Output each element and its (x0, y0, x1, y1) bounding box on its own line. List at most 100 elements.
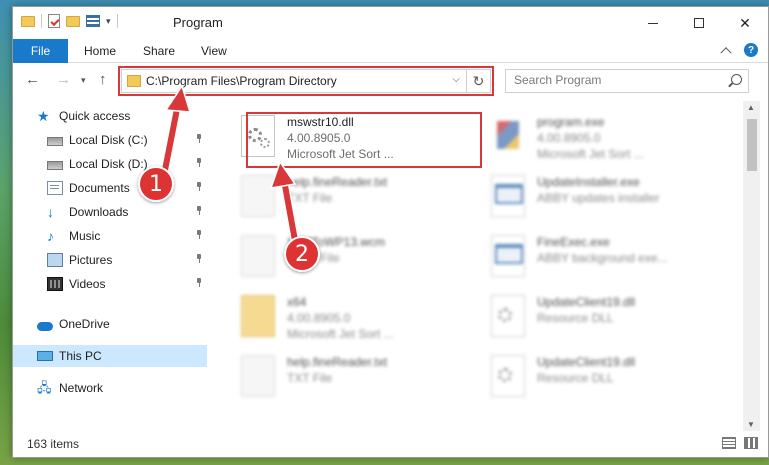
music-icon: ♪ (47, 228, 54, 244)
sidebar-item-videos[interactable]: Videos (13, 273, 207, 295)
sidebar-item-label: Music (69, 229, 101, 243)
maximize-button[interactable] (676, 7, 722, 39)
forward-button[interactable]: → (56, 71, 71, 88)
help-icon[interactable]: ? (744, 43, 758, 57)
file-version: 4.00.8905.0 (287, 311, 351, 325)
disk-icon (47, 137, 63, 146)
exe-icon (491, 235, 525, 277)
scroll-down-icon[interactable]: ▼ (747, 420, 755, 429)
new-folder-icon[interactable] (66, 15, 80, 27)
documents-icon (47, 181, 63, 195)
recent-locations-icon[interactable]: ▾ (81, 75, 86, 86)
item-count: 163 items (27, 437, 80, 451)
tab-view[interactable]: View (201, 39, 227, 63)
file-item-updateclient19-dll[interactable]: UpdateClient19.dll Resource DLL (485, 291, 725, 343)
view-toggle (722, 437, 758, 449)
sidebar-item-onedrive[interactable]: OneDrive (13, 313, 207, 335)
search-box[interactable] (505, 69, 749, 93)
folder-icon (241, 295, 275, 337)
sidebar-item-this-pc[interactable]: This PC (13, 345, 207, 367)
explorer-window: ▾ Program ✕ File Home Share View ? ← → ▾… (12, 6, 769, 458)
sidebar-item-local-disk-d[interactable]: Local Disk (D:) (13, 153, 207, 175)
program-icon (491, 115, 525, 157)
navigation-pane: ★ Quick access Local Disk (C:) Local Dis… (13, 103, 207, 423)
navigation-bar: ← → ▾ ↑ C:\Program Files\Program Directo… (13, 65, 768, 96)
file-version: 4.00.8905.0 (537, 131, 601, 145)
file-item-program-exe[interactable]: program.exe 4.00.8905.0 Microsoft Jet So… (485, 111, 725, 163)
pin-icon[interactable] (195, 134, 203, 144)
expand-ribbon-icon[interactable] (720, 47, 732, 59)
tab-file[interactable]: File (13, 39, 68, 63)
up-button[interactable]: ↑ (99, 71, 107, 88)
text-file-icon (241, 235, 275, 277)
pc-icon (37, 351, 53, 361)
large-icons-view-icon[interactable] (744, 437, 758, 449)
step-2-badge: 2 (284, 236, 320, 272)
file-item-wcm[interactable]: SLMToWP13.wcm WCM File (235, 231, 475, 283)
search-input[interactable] (514, 73, 714, 87)
sidebar-item-label: OneDrive (59, 317, 110, 331)
details-view-icon[interactable] (722, 437, 736, 449)
minimize-icon (648, 22, 658, 24)
minimize-button[interactable] (630, 7, 676, 39)
pin-icon[interactable] (195, 206, 203, 216)
sidebar-item-local-disk-c[interactable]: Local Disk (C:) (13, 129, 207, 151)
file-highlight-box (246, 112, 482, 168)
sidebar-item-label: Quick access (59, 109, 131, 123)
file-description: ABBY updates installer (537, 191, 660, 205)
file-item-help-txt-2[interactable]: help.fineReader.txt TXT File (235, 351, 475, 403)
pin-icon[interactable] (195, 230, 203, 240)
sidebar-item-network[interactable]: 🖧 Network (13, 377, 207, 399)
file-item-fineexec-exe[interactable]: FineExec.exe ABBY background exe... (485, 231, 725, 283)
sidebar-item-label: Pictures (69, 253, 113, 267)
pictures-icon (47, 253, 63, 267)
pin-icon[interactable] (195, 254, 203, 264)
file-item-updateclient19-dll-2[interactable]: UpdateClient19.dll Resource DLL (485, 351, 725, 403)
close-button[interactable]: ✕ (722, 7, 768, 39)
sidebar-item-label: Videos (69, 277, 106, 291)
sidebar-item-label: Downloads (69, 205, 129, 219)
network-icon: 🖧 (37, 380, 52, 395)
pin-icon[interactable] (195, 158, 203, 168)
tab-share[interactable]: Share (143, 39, 175, 63)
gear-icon (498, 368, 512, 382)
customize-toolbar-icon[interactable]: ▾ (106, 16, 111, 27)
text-file-icon (241, 175, 275, 217)
sidebar-item-quick-access[interactable]: ★ Quick access (13, 105, 207, 127)
maximize-icon (694, 18, 704, 28)
back-button[interactable]: ← (25, 71, 40, 88)
properties-icon[interactable] (48, 14, 60, 28)
window-title: Program (173, 15, 223, 30)
view-icon[interactable] (86, 15, 100, 27)
pin-icon[interactable] (195, 182, 203, 192)
ribbon-tabs: File Home Share View ? (13, 39, 768, 63)
vertical-scrollbar[interactable]: ▲ ▼ (743, 101, 760, 431)
ribbon-controls: ? (720, 43, 758, 59)
sidebar-item-label: Network (59, 381, 104, 395)
file-item-updateinstaller-exe[interactable]: UpdateInstaller.exe ABBY updates install… (485, 171, 725, 223)
search-icon[interactable] (731, 74, 742, 85)
sidebar-item-music[interactable]: ♪ Music (13, 225, 207, 247)
step-1-badge: 1 (138, 166, 174, 202)
sidebar-item-pictures[interactable]: Pictures (13, 249, 207, 271)
scroll-thumb[interactable] (747, 119, 757, 171)
file-name: x64 (287, 295, 307, 309)
address-highlight-box (118, 66, 494, 96)
file-name: help.fineReader.txt (287, 175, 388, 189)
dll-icon (491, 355, 525, 397)
file-type: Resource DLL (537, 311, 614, 325)
pin-icon[interactable] (195, 278, 203, 288)
text-file-icon (241, 355, 275, 397)
scroll-up-icon[interactable]: ▲ (747, 103, 755, 112)
file-item-x64[interactable]: x64 4.00.8905.0 Microsoft Jet Sort ... (235, 291, 475, 343)
divider (116, 14, 118, 28)
file-name: UpdateClient19.dll (537, 355, 636, 369)
file-item-help-txt[interactable]: help.fineReader.txt TXT File (235, 171, 475, 223)
file-name: FineExec.exe (537, 235, 610, 249)
dll-icon (491, 295, 525, 337)
sidebar-item-documents[interactable]: Documents (13, 177, 207, 199)
tab-home[interactable]: Home (84, 39, 116, 63)
file-type: TXT File (287, 191, 333, 205)
sidebar-item-downloads[interactable]: ↓ Downloads (13, 201, 207, 223)
status-bar: 163 items (13, 431, 768, 457)
